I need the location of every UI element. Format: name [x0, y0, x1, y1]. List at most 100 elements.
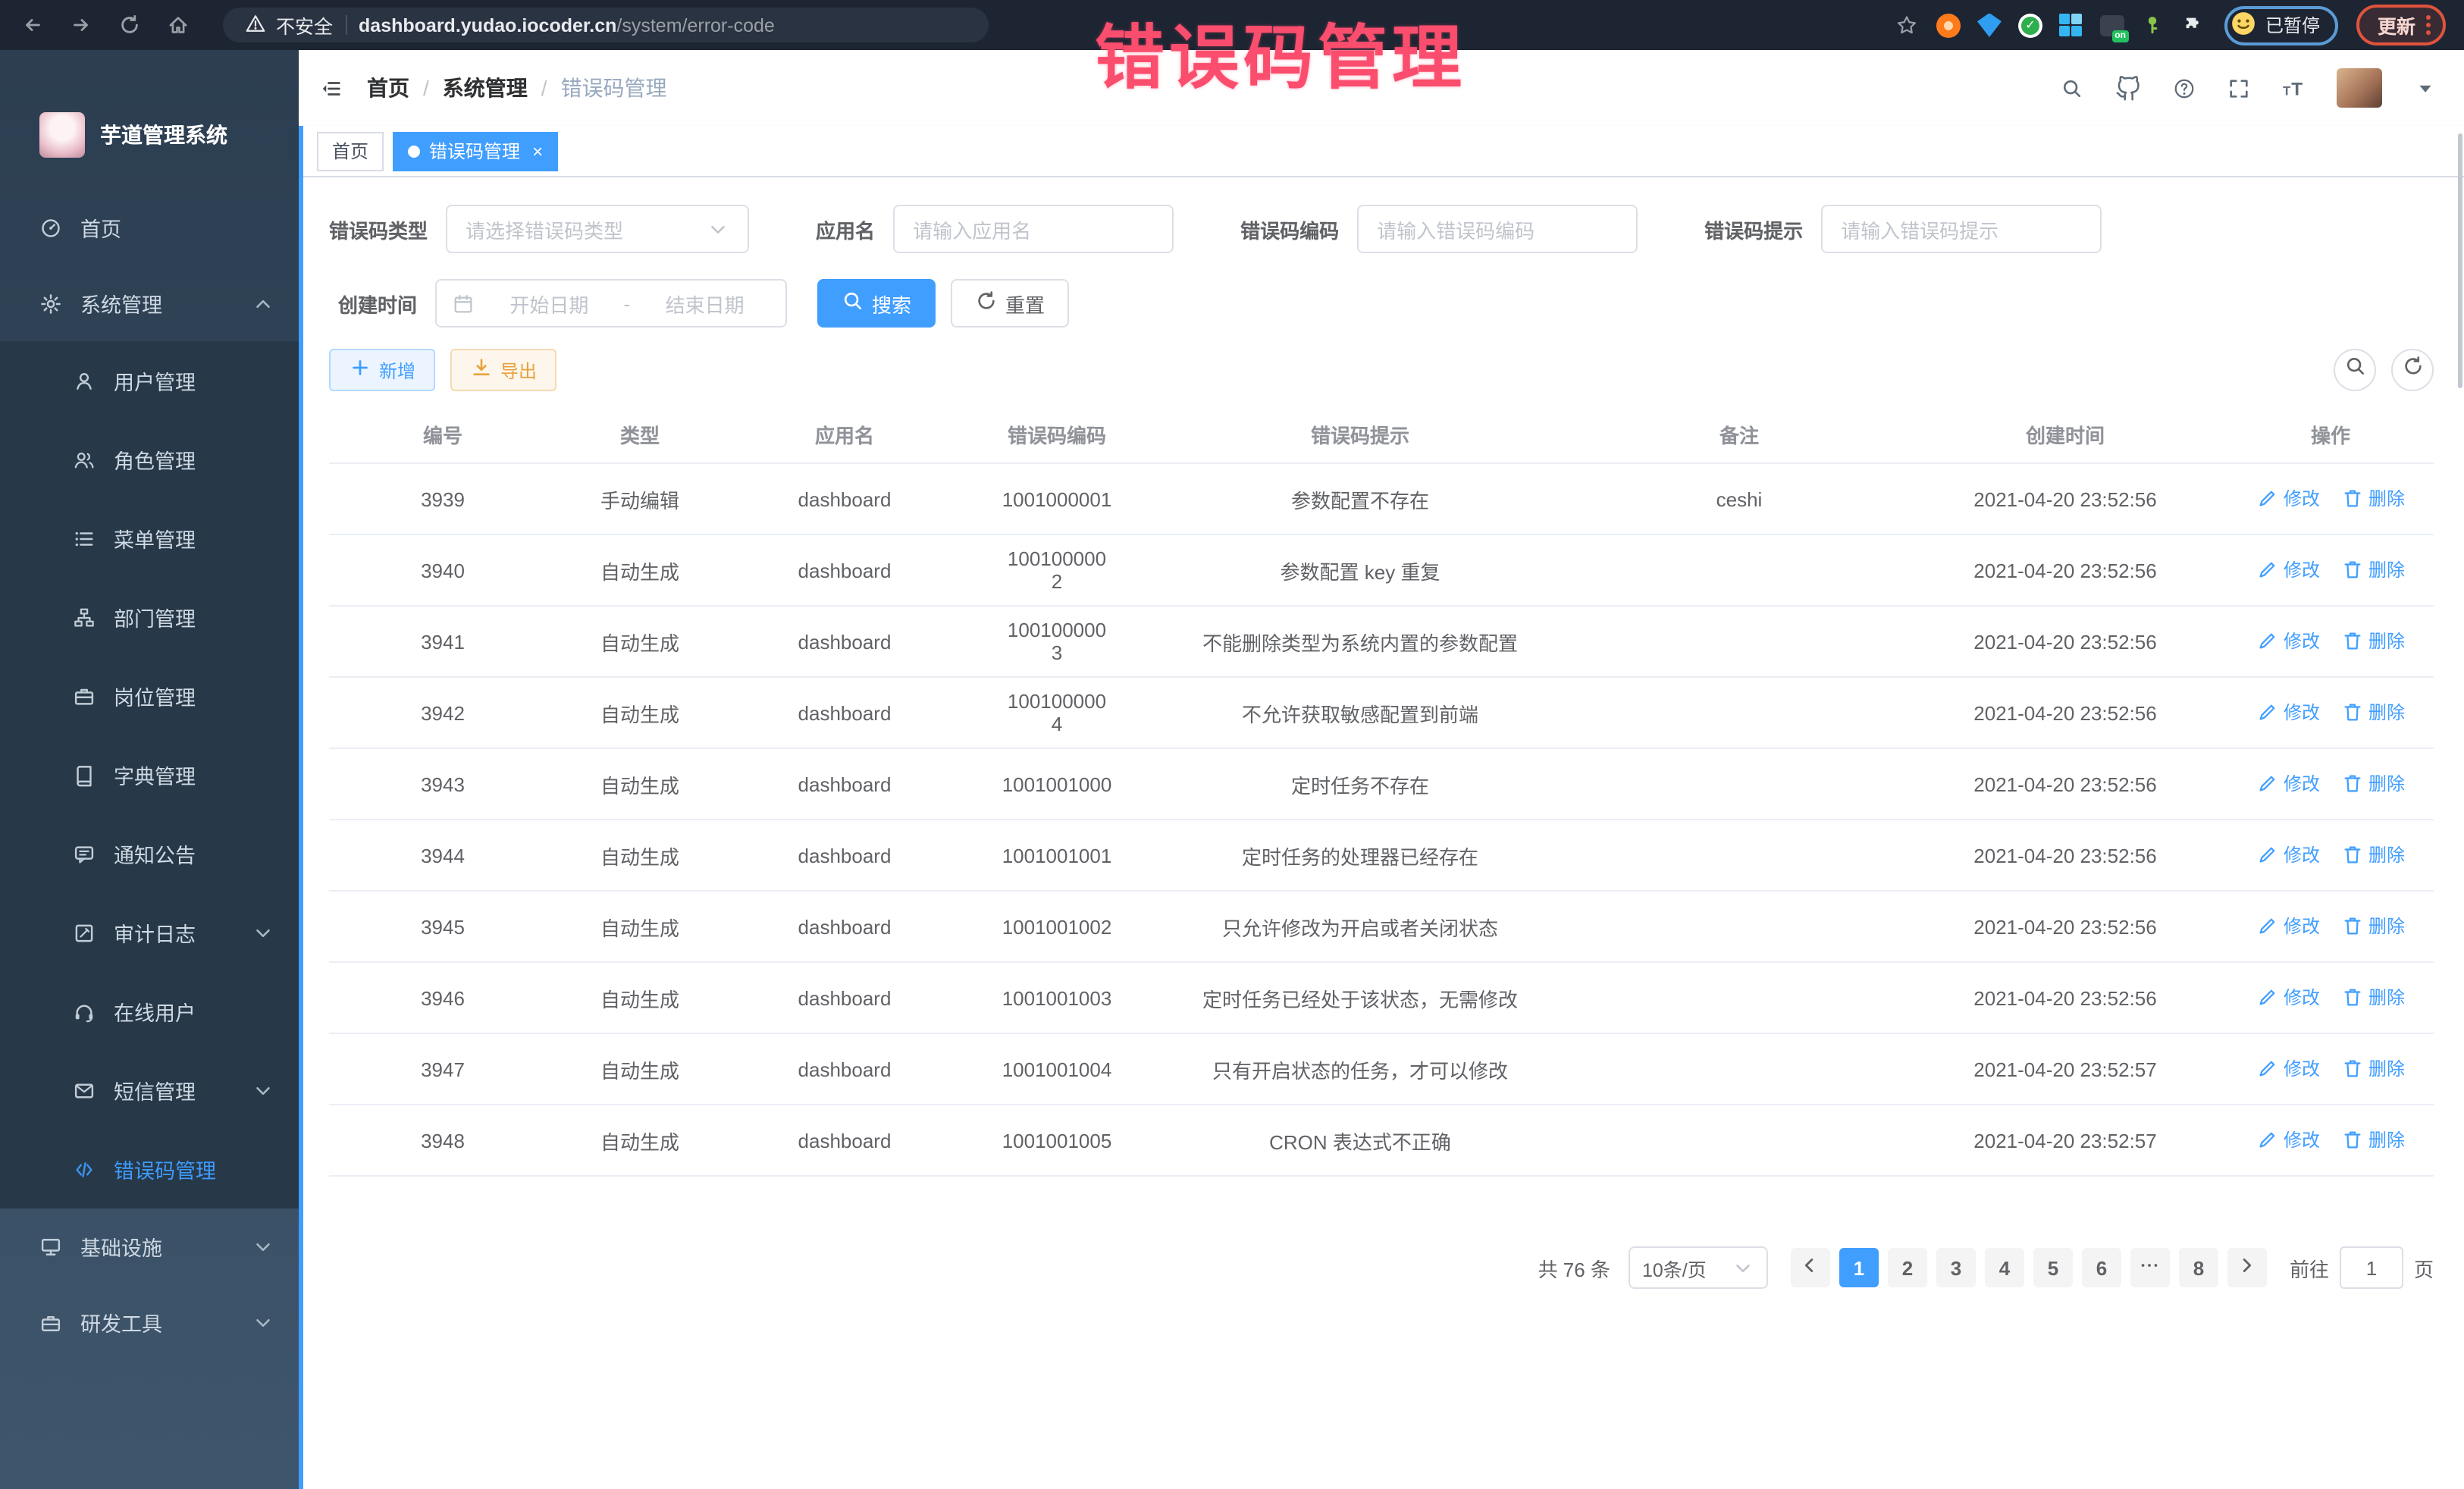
delete-link[interactable]: 删除: [2341, 1055, 2405, 1080]
sidebar-item-menu-management[interactable]: 菜单管理: [0, 499, 299, 578]
add-button[interactable]: 新增: [329, 349, 435, 391]
green-check-extension-icon[interactable]: ✓: [2018, 13, 2042, 37]
toggle-search-button[interactable]: [2334, 349, 2376, 391]
sidebar-item-home[interactable]: 首页: [0, 190, 299, 265]
font-size-icon[interactable]: TT: [2282, 77, 2305, 99]
home-icon[interactable]: [167, 14, 190, 36]
profile-emoji-icon: [2230, 10, 2256, 40]
delete-link[interactable]: 删除: [2341, 1126, 2405, 1152]
app-logo[interactable]: 芋道管理系统: [0, 50, 299, 190]
devtools-icon: [39, 1311, 62, 1334]
sidebar-item-role-management[interactable]: 角色管理: [0, 420, 299, 499]
delete-link[interactable]: 删除: [2341, 770, 2405, 795]
page-button-1[interactable]: 1: [1839, 1248, 1879, 1287]
sidebar-item-dict-management[interactable]: 字典管理: [0, 735, 299, 814]
fullscreen-icon[interactable]: [2227, 77, 2250, 99]
delete-link[interactable]: 删除: [2341, 484, 2405, 510]
green-key-extension-icon[interactable]: [2141, 13, 2165, 37]
delete-link[interactable]: 删除: [2341, 627, 2405, 653]
sidebar-item-label: 部门管理: [114, 602, 196, 632]
breadcrumb-item[interactable]: 系统管理: [443, 73, 528, 103]
sidebar-item-error-code-management[interactable]: 错误码管理: [0, 1130, 299, 1208]
edit-link[interactable]: 修改: [2256, 698, 2320, 724]
sidebar-item-user-management[interactable]: 用户管理: [0, 341, 299, 420]
app-name-input[interactable]: 请输入应用名: [893, 205, 1174, 253]
sidebar-item-label: 角色管理: [114, 444, 196, 475]
scrollbar-thumb[interactable]: [2458, 133, 2462, 388]
delete-link[interactable]: 删除: [2341, 912, 2405, 938]
sidebar-item-system-management[interactable]: 系统管理: [0, 265, 299, 341]
page-button-6[interactable]: 6: [2082, 1248, 2121, 1287]
export-button[interactable]: 导出: [450, 349, 556, 391]
cell-type: 手动编辑: [556, 484, 723, 513]
column-header: 备注: [1572, 420, 1906, 449]
caret-down-icon[interactable]: [2414, 77, 2437, 99]
delete-link[interactable]: 删除: [2341, 841, 2405, 867]
date-range-picker[interactable]: 开始日期 - 结束日期: [435, 279, 787, 328]
reset-button[interactable]: 重置: [951, 279, 1069, 328]
user-avatar[interactable]: [2337, 68, 2382, 108]
reload-icon[interactable]: [118, 14, 141, 36]
list-on-extension-icon[interactable]: on: [2100, 14, 2124, 36]
browser-profile-chip[interactable]: 已暂停: [2224, 5, 2338, 45]
goto-page-input[interactable]: [2340, 1246, 2403, 1289]
prev-page-button[interactable]: [1791, 1248, 1830, 1287]
cell-time: 2021-04-20 23:52:56: [1906, 487, 2224, 510]
close-icon[interactable]: ×: [532, 142, 543, 160]
error-code-input[interactable]: 请输入错误码编码: [1357, 205, 1638, 253]
github-icon[interactable]: [2115, 75, 2141, 101]
edit-link[interactable]: 修改: [2256, 556, 2320, 581]
cell-type: 自动生成: [556, 627, 723, 656]
sidebar-item-audit-log[interactable]: 审计日志: [0, 893, 299, 972]
cell-code: 1001000003: [966, 619, 1148, 664]
edit-link[interactable]: 修改: [2256, 912, 2320, 938]
bookmark-star-icon[interactable]: [1895, 14, 1918, 36]
delete-link[interactable]: 删除: [2341, 983, 2405, 1009]
sidebar-item-sms-management[interactable]: 短信管理: [0, 1051, 299, 1130]
edit-link[interactable]: 修改: [2256, 1126, 2320, 1152]
browser-update-button[interactable]: 更新: [2356, 5, 2446, 45]
error-msg-input[interactable]: 请输入错误码提示: [1821, 205, 2102, 253]
breadcrumb-item[interactable]: 首页: [367, 73, 409, 103]
page-button-4[interactable]: 4: [1985, 1248, 2024, 1287]
edit-link[interactable]: 修改: [2256, 983, 2320, 1009]
delete-link[interactable]: 删除: [2341, 698, 2405, 724]
address-bar[interactable]: 不安全 dashboard.yudao.iocoder.cn/system/er…: [223, 8, 989, 42]
sidebar-item-post-management[interactable]: 岗位管理: [0, 657, 299, 735]
edit-link[interactable]: 修改: [2256, 627, 2320, 653]
page-button-8[interactable]: 8: [2179, 1248, 2218, 1287]
sidebar-item-notice-announcement[interactable]: 通知公告: [0, 814, 299, 893]
sidebar-item-dept-management[interactable]: 部门管理: [0, 578, 299, 657]
security-chip[interactable]: 不安全: [244, 11, 333, 39]
search-icon[interactable]: [2061, 77, 2083, 99]
edit-link[interactable]: 修改: [2256, 841, 2320, 867]
edit-link[interactable]: 修改: [2256, 484, 2320, 510]
page-size-select[interactable]: 10条/页: [1629, 1246, 1768, 1289]
sidebar-item-online-users[interactable]: 在线用户: [0, 972, 299, 1051]
back-icon[interactable]: [21, 14, 44, 36]
sidebar-toggle-icon[interactable]: [320, 77, 343, 99]
puzzle-extensions-icon[interactable]: [2182, 13, 2206, 37]
error-type-select[interactable]: 请选择错误码类型: [446, 205, 749, 253]
edit-link[interactable]: 修改: [2256, 1055, 2320, 1080]
edit-link[interactable]: 修改: [2256, 770, 2320, 795]
blue-gem-extension-icon[interactable]: [1977, 13, 2002, 37]
sidebar-item-dev-tools[interactable]: 研发工具: [0, 1284, 299, 1360]
search-button[interactable]: 搜索: [817, 279, 936, 328]
page-button-2[interactable]: 2: [1888, 1248, 1927, 1287]
next-page-button[interactable]: [2227, 1248, 2267, 1287]
more-menu-icon[interactable]: [2426, 15, 2431, 35]
forward-icon[interactable]: [70, 14, 92, 36]
refresh-table-button[interactable]: [2391, 349, 2434, 391]
page-button-5[interactable]: 5: [2033, 1248, 2073, 1287]
blue-grid-extension-icon[interactable]: [2059, 13, 2083, 37]
tab-首页[interactable]: 首页: [317, 131, 384, 171]
tab-错误码管理[interactable]: 错误码管理×: [393, 131, 558, 171]
page-button-3[interactable]: 3: [1936, 1248, 1976, 1287]
more-pages-button[interactable]: [2130, 1248, 2170, 1287]
help-icon[interactable]: [2173, 77, 2196, 99]
sidebar-item-infrastructure[interactable]: 基础设施: [0, 1208, 299, 1284]
cell-message: 只有开启状态的任务，才可以修改: [1148, 1055, 1572, 1083]
orange-extension-icon[interactable]: [1936, 13, 1961, 37]
delete-link[interactable]: 删除: [2341, 556, 2405, 581]
